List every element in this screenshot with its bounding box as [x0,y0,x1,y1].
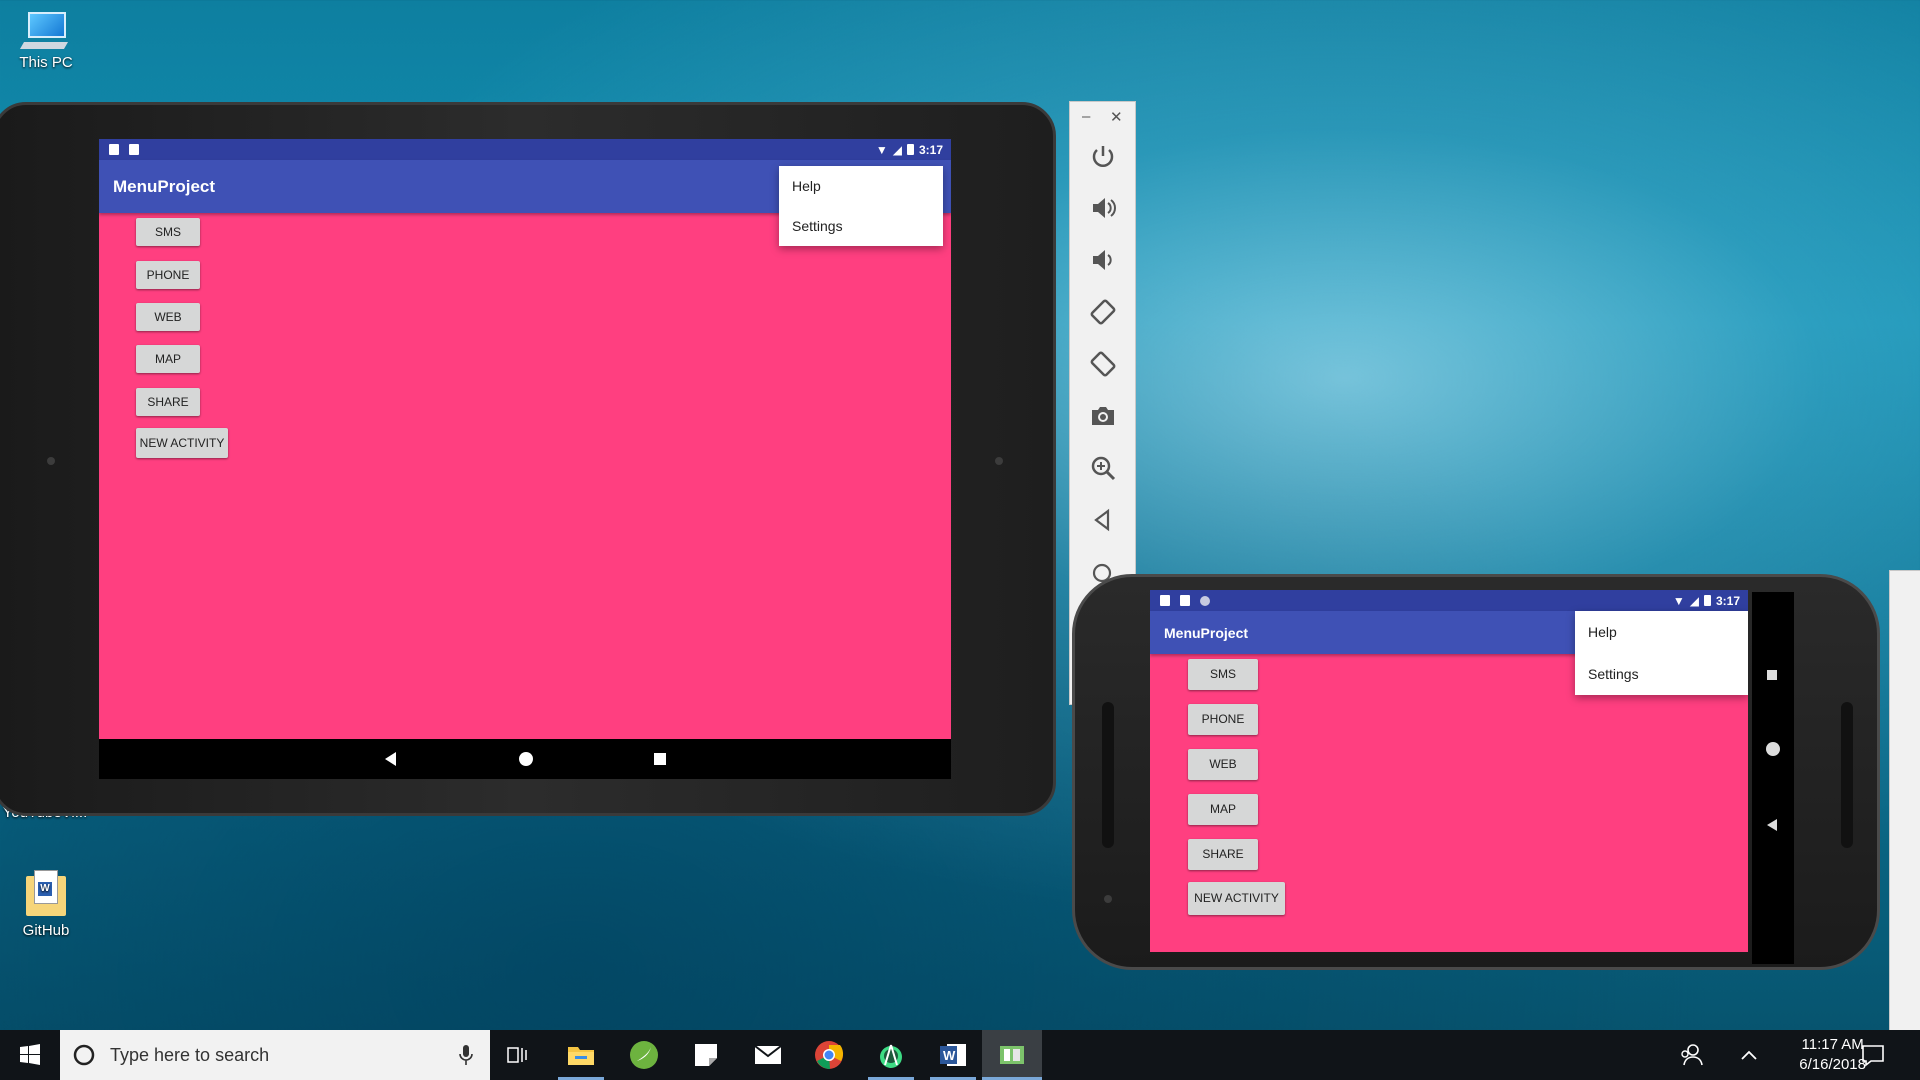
people-icon[interactable] [1675,1039,1707,1071]
menu-item-settings[interactable]: Settings [779,206,943,246]
status-bar: ▼ ◢ 3:17 [1150,590,1748,611]
web-button[interactable]: WEB [1188,749,1258,780]
menu-item-help[interactable]: Help [1575,611,1748,653]
close-button[interactable]: ✕ [1110,108,1123,126]
document-icon: W [26,870,66,918]
cortana-icon [73,1044,95,1066]
menu-item-settings[interactable]: Settings [1575,653,1748,695]
app-title: MenuProject [1164,624,1249,641]
desktop-icon-github[interactable]: W GitHub [6,870,86,939]
battery-icon [906,144,914,155]
app-title: MenuProject [113,176,216,196]
phone-camera [1104,895,1112,903]
desktop-icon-label: GitHub [22,922,70,939]
power-icon[interactable] [1089,142,1117,170]
wifi-icon: ▼ [1672,593,1685,608]
sync-icon [1200,595,1210,606]
status-bar: ▼ ◢ 3:17 [99,139,951,160]
tablet-nav-bar [99,739,951,779]
word-icon[interactable]: W [937,1039,969,1071]
back-icon[interactable] [1767,819,1777,831]
status-time: 3:17 [918,142,943,157]
map-button[interactable]: MAP [1188,794,1258,825]
system-clock[interactable]: 11:17 AM 6/16/2018 [1799,1035,1866,1075]
clock-date: 6/16/2018 [1799,1056,1866,1073]
desktop-icon-label: This PC [19,54,73,71]
android-studio-icon[interactable] [875,1039,907,1071]
new-activity-button[interactable]: NEW ACTIVITY [1188,882,1285,915]
phone-speaker-left [1102,702,1114,848]
svg-text:W: W [943,1048,956,1063]
sms-button[interactable]: SMS [1188,659,1258,690]
sms-button[interactable]: SMS [136,218,200,246]
recents-icon[interactable] [654,753,666,765]
recents-icon[interactable] [1767,670,1777,680]
volume-up-icon[interactable] [1089,194,1117,222]
menu-item-help[interactable]: Help [779,166,943,206]
home-icon[interactable] [519,752,533,766]
sd-card-icon [109,144,119,155]
battery-icon [1703,595,1711,606]
back-icon[interactable] [1089,506,1117,534]
notification-icon [129,144,139,155]
spring-icon[interactable] [628,1039,660,1071]
home-icon[interactable] [1766,742,1780,756]
overflow-menu: Help Settings [1575,611,1748,695]
rotate-right-icon[interactable] [1089,350,1117,378]
action-center-icon[interactable] [1857,1039,1889,1071]
file-explorer-icon[interactable] [565,1039,597,1071]
map-button[interactable]: MAP [136,345,200,373]
mail-icon[interactable] [752,1039,784,1071]
signal-icon: ◢ [1689,593,1699,608]
clock-time: 11:17 AM [1801,1036,1864,1053]
web-button[interactable]: WEB [136,303,200,331]
notification-icon [1160,595,1170,606]
task-view-icon[interactable] [502,1039,534,1071]
chrome-icon[interactable] [813,1039,845,1071]
camera-icon[interactable] [1089,402,1117,430]
emulator-toolbar-secondary [1889,570,1920,1040]
tablet-camera [47,457,55,465]
phone-screen: ▼ ◢ 3:17 MenuProject SMS PHONE WEB MAP S… [1150,590,1748,952]
tablet-sensor [995,457,1003,465]
rotate-left-icon[interactable] [1089,298,1117,326]
search-placeholder: Type here to search [110,1045,270,1065]
volume-down-icon[interactable] [1089,246,1117,274]
new-activity-button[interactable]: NEW ACTIVITY [136,428,228,458]
phone-speaker-right [1841,702,1853,848]
back-icon[interactable] [385,752,396,766]
status-time: 3:17 [1715,593,1740,608]
phone-button[interactable]: PHONE [1188,704,1258,735]
tablet-screen: ▼ ◢ 3:17 MenuProject SMS PHONE WEB MAP S… [99,139,951,739]
computer-icon [19,10,70,50]
taskbar: Type here to search W 11:17 AM 6/16/2018 [0,1030,1920,1080]
wifi-icon: ▼ [875,142,888,157]
share-button[interactable]: SHARE [1188,839,1258,870]
phone-nav-bar [1752,592,1794,964]
signal-icon: ◢ [892,142,902,157]
minimize-button[interactable]: – [1082,108,1090,125]
show-hidden-icons-chevron[interactable] [1733,1039,1765,1071]
zoom-icon[interactable] [1089,454,1117,482]
sticky-notes-icon[interactable] [690,1039,722,1071]
emulator-icon[interactable] [996,1039,1028,1071]
phone-button[interactable]: PHONE [136,261,200,289]
windows-start-icon[interactable] [14,1039,46,1071]
overflow-menu: Help Settings [779,166,943,246]
desktop-icon-this-pc[interactable]: This PC [6,10,86,71]
sd-card-icon [1180,595,1190,606]
search-box[interactable]: Type here to search [60,1030,490,1080]
microphone-icon[interactable] [458,1044,474,1066]
share-button[interactable]: SHARE [136,388,200,416]
